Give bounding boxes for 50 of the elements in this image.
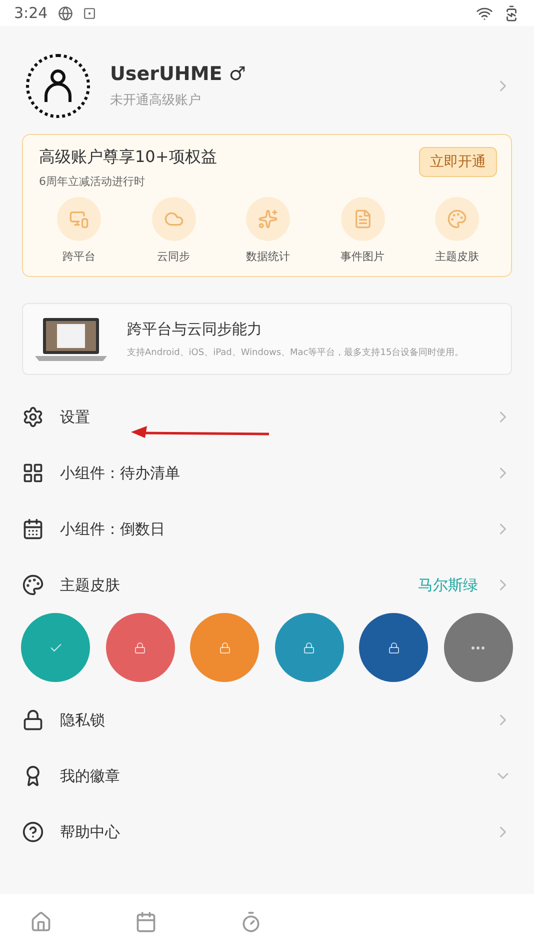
feature-icon-background[interactable] — [57, 197, 101, 241]
activate-button[interactable]: 立即开通 — [419, 147, 497, 177]
theme-name: 马尔斯绿 — [418, 576, 478, 594]
menu-item[interactable]: 小组件：待办清单 — [22, 445, 512, 501]
gear-icon — [22, 406, 44, 428]
feature-icon-background[interactable] — [246, 197, 290, 241]
lock-icon — [388, 642, 400, 654]
sparkle-icon — [258, 209, 278, 229]
promo-title: 跨平台与云同步能力 — [127, 320, 263, 338]
feature-label: 跨平台 — [62, 249, 96, 264]
menu-item[interactable]: 小组件：倒数日 — [22, 501, 512, 557]
devices-icon — [69, 209, 89, 229]
home-icon[interactable] — [30, 911, 52, 933]
feature-icon-background[interactable] — [152, 197, 196, 241]
calendar-icon[interactable] — [135, 911, 157, 933]
feature-icon-background[interactable] — [340, 197, 384, 241]
premium-subtitle: 6周年立减活动进行时 — [39, 174, 146, 189]
lock-icon — [22, 709, 44, 731]
laptop-drawing — [35, 316, 107, 362]
lock-icon — [303, 642, 316, 654]
feature-label: 事件图片 — [340, 249, 384, 264]
document-icon — [352, 209, 372, 229]
help-icon — [22, 821, 44, 843]
palette-icon — [22, 574, 44, 596]
stopwatch-icon[interactable] — [240, 911, 262, 933]
lock-icon — [134, 642, 146, 654]
menu-item[interactable]: 我的徽章 — [22, 748, 512, 804]
lock-icon — [218, 642, 231, 654]
promo-card[interactable]: 跨平台与云同步能力 支持Android、iOS、iPad、Windows、Mac等平台，最多支持15台设备同时使用。 — [22, 303, 512, 375]
status-time: 3:24 — [14, 4, 48, 22]
promo-description: 支持Android、iOS、iPad、Windows、Mac等平台，最多支持15台设备同时使用。 — [127, 346, 464, 358]
feature-label: 主题皮肤 — [435, 249, 479, 264]
calendar-icon — [22, 518, 44, 540]
palette-icon — [447, 209, 467, 229]
premium-title: 高级账户尊享10+项权益 — [39, 147, 217, 166]
more-icon — [471, 646, 486, 650]
feature-label: 云同步 — [157, 249, 190, 264]
person-icon — [43, 68, 73, 104]
user-name: UserUHME ♂ — [110, 63, 247, 85]
grid-icon — [22, 462, 44, 484]
notification-icon — [82, 6, 96, 20]
feature-label: 数据统计 — [246, 249, 290, 264]
menu-item[interactable]: 主题皮肤 马尔斯绿 — [22, 557, 512, 613]
account-status: 未开通高级账户 — [110, 92, 202, 109]
feature-icon-background[interactable] — [435, 197, 479, 241]
menu-item[interactable]: 帮助中心 — [22, 804, 512, 860]
menu-item[interactable]: 隐私锁 — [22, 692, 512, 748]
globe-icon — [58, 6, 73, 20]
avatar[interactable] — [26, 54, 90, 118]
menu-item[interactable]: 设置 — [22, 389, 512, 445]
